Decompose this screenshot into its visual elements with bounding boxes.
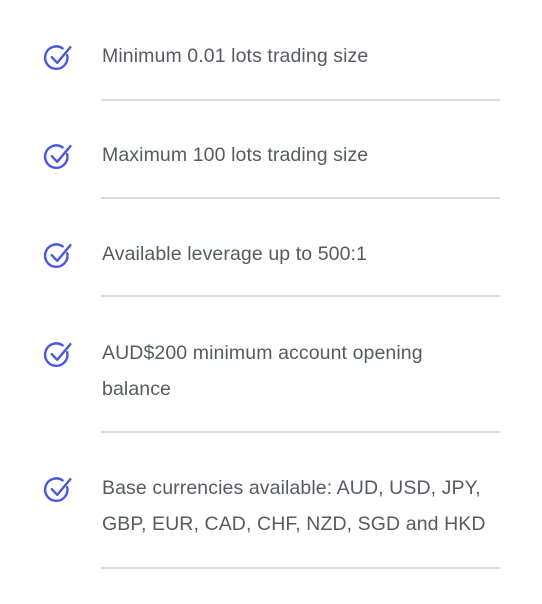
feature-list: Minimum 0.01 lots trading size Maximum 1…	[0, 0, 542, 604]
divider	[101, 431, 500, 433]
circle-check-icon	[42, 141, 74, 173]
divider	[101, 295, 500, 297]
circle-check-icon	[42, 474, 74, 506]
circle-check-icon	[42, 240, 74, 272]
feature-text: Base currencies available: AUD, USD, JPY…	[102, 477, 486, 535]
divider	[101, 99, 500, 101]
circle-check-icon	[42, 339, 74, 371]
circle-check-icon	[42, 42, 74, 74]
feature-text: AUD$200 minimum account opening balance	[102, 342, 423, 400]
feature-text: Available leverage up to 500:1	[102, 243, 368, 265]
feature-text: Maximum 100 lots trading size	[102, 144, 369, 166]
divider	[101, 567, 500, 569]
feature-text: Minimum 0.01 lots trading size	[102, 45, 369, 67]
divider	[101, 197, 500, 199]
